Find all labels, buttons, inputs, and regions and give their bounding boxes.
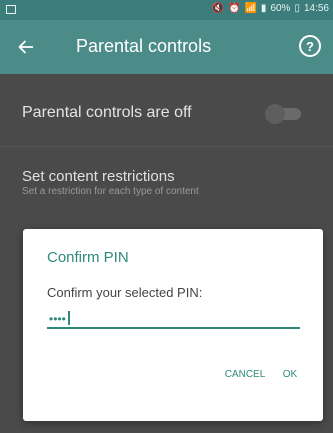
mute-icon: 🔇 — [211, 3, 225, 14]
toggle-thumb[interactable] — [265, 104, 285, 124]
signal-icon: ▮ — [260, 3, 267, 14]
parental-controls-label: Parental controls are off — [22, 104, 192, 121]
pin-input[interactable]: •••• — [47, 310, 300, 329]
back-arrow-icon[interactable] — [14, 36, 36, 58]
wifi-icon: 📶 — [244, 3, 257, 14]
page-title: Parental controls — [76, 36, 212, 56]
time: 14:56 — [303, 3, 329, 14]
content-restrictions-title[interactable]: Set content restrictions — [22, 168, 175, 185]
notification-icon — [6, 5, 16, 14]
ok-button[interactable]: OK — [270, 363, 310, 385]
battery-percent: 60% — [270, 3, 291, 14]
help-icon[interactable]: ? — [299, 35, 321, 57]
content-restrictions-subtitle: Set a restriction for each type of conte… — [22, 186, 199, 197]
text-cursor — [68, 311, 70, 325]
status-icons: 🔇 ⏰ 📶 ▮ 60% ▯ 14:56 — [212, 3, 329, 14]
confirm-pin-dialog: Confirm PIN Confirm your selected PIN: •… — [23, 229, 323, 421]
pin-masked-value: •••• — [49, 312, 66, 326]
status-bar: 🔇 ⏰ 📶 ▮ 60% ▯ 14:56 — [0, 0, 333, 20]
battery-icon: ▯ — [294, 3, 300, 14]
cancel-button[interactable]: CANCEL — [215, 363, 275, 385]
dialog-title: Confirm PIN — [47, 249, 129, 266]
parental-controls-toggle-row[interactable]: Parental controls are off — [0, 74, 333, 147]
app-bar: Parental controls ? — [0, 20, 333, 74]
dialog-message: Confirm your selected PIN: — [47, 285, 203, 300]
alarm-icon: ⏰ — [228, 3, 241, 14]
